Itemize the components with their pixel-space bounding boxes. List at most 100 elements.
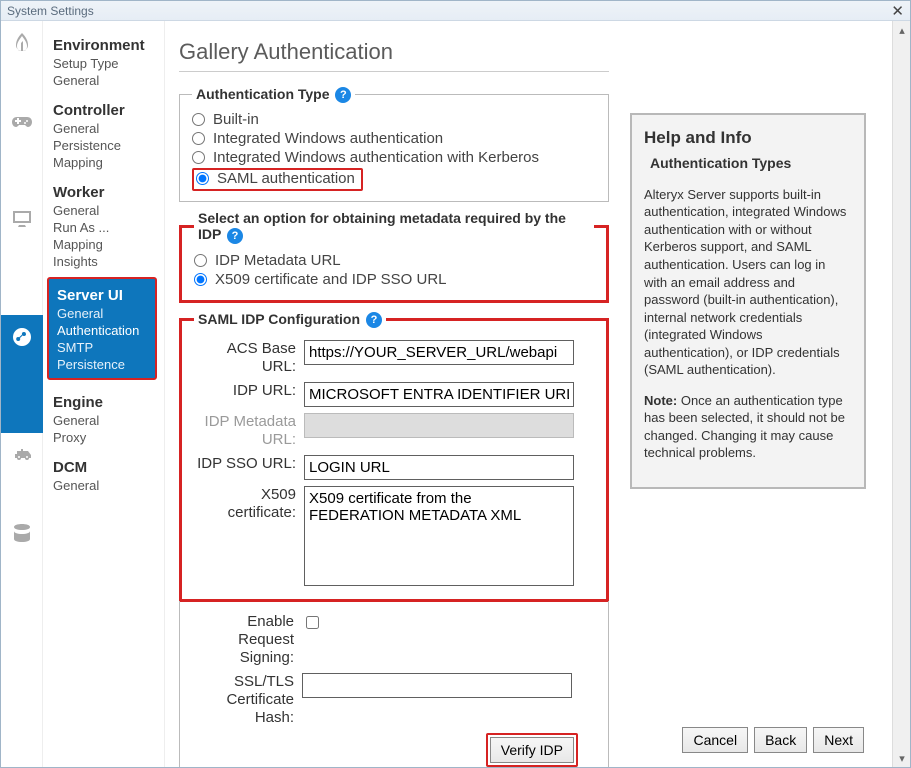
nav-group-controller: Controller General Persistence Mapping	[43, 92, 164, 174]
icon-environment[interactable]	[1, 21, 43, 99]
nav-group-environment: Environment Setup Type General	[43, 27, 164, 92]
icon-engine[interactable]	[1, 433, 43, 511]
nav-title: DCM	[53, 459, 154, 476]
fieldset-idp-option: Select an option for obtaining metadata …	[179, 210, 609, 302]
row-enable-signing: Enable Request Signing:	[192, 613, 596, 667]
highlight-verify: Verify IDP	[486, 733, 578, 767]
radio-label: Integrated Windows authentication	[213, 130, 443, 147]
nav-item[interactable]: Insights	[53, 254, 154, 269]
nav-item[interactable]: General	[53, 478, 154, 493]
close-icon[interactable]: ✕	[891, 2, 904, 20]
row-idp-metadata-url: IDP Metadata URL:	[194, 413, 594, 449]
cancel-button[interactable]: Cancel	[682, 727, 748, 753]
legend-text: Select an option for obtaining metadata …	[198, 210, 566, 242]
radio-input[interactable]	[192, 151, 205, 164]
radio-x509[interactable]: X509 certificate and IDP SSO URL	[194, 271, 594, 288]
nav-item[interactable]: General	[53, 203, 154, 218]
nav-item-setup-type[interactable]: Setup Type	[53, 56, 154, 71]
nav-item[interactable]: Run As ...	[53, 220, 154, 235]
radio-input[interactable]	[194, 273, 207, 286]
help-subtitle: Authentication Types	[650, 154, 852, 173]
page-title: Gallery Authentication	[179, 39, 609, 65]
main-panel: Gallery Authentication Authentication Ty…	[165, 21, 892, 767]
nav-group-server-ui: Server UI General Authentication SMTP Pe…	[47, 277, 157, 380]
nav-item[interactable]: Persistence	[57, 357, 147, 372]
label: IDP URL:	[194, 382, 304, 400]
scrollbar[interactable]: ▴ ▾	[892, 21, 910, 767]
scroll-down-icon[interactable]: ▾	[893, 749, 910, 767]
settings-window: System Settings ✕	[0, 0, 911, 768]
nav-item[interactable]: Proxy	[53, 430, 154, 445]
nav-group-dcm: DCM General	[43, 449, 164, 497]
input-idp-url[interactable]	[304, 382, 574, 407]
fieldset-auth-type: Authentication Type ? Built-in Integrate…	[179, 86, 609, 202]
icon-server-ui[interactable]	[1, 315, 43, 433]
radio-saml[interactable]: SAML authentication	[196, 170, 355, 187]
icon-worker[interactable]	[1, 197, 43, 315]
divider	[179, 71, 609, 72]
row-idp-url: IDP URL:	[194, 382, 594, 407]
nav-title: Worker	[53, 184, 154, 201]
nav-item[interactable]: Mapping	[53, 155, 154, 170]
label: Enable Request Signing:	[192, 613, 302, 667]
legend-text: Authentication Type	[196, 86, 330, 102]
verify-idp-button[interactable]: Verify IDP	[490, 737, 574, 763]
row-idp-sso-url: IDP SSO URL:	[194, 455, 594, 480]
label: X509 certificate:	[194, 486, 304, 522]
legend-saml-config: SAML IDP Configuration ?	[194, 311, 386, 328]
label: SSL/TLS Certificate Hash:	[192, 673, 302, 727]
nav-item[interactable]: Mapping	[53, 237, 154, 252]
input-x509[interactable]: X509 certificate from the FEDERATION MET…	[304, 486, 574, 586]
back-button[interactable]: Back	[754, 727, 807, 753]
nav-item[interactable]: General	[53, 413, 154, 428]
input-ssl-hash[interactable]	[302, 673, 572, 698]
radio-builtin[interactable]: Built-in	[192, 111, 596, 128]
fieldset-saml-config: SAML IDP Configuration ? ACS Base URL: I…	[179, 311, 609, 602]
icon-dcm[interactable]	[1, 511, 43, 571]
help-icon[interactable]: ?	[335, 87, 351, 103]
highlight-saml: SAML authentication	[192, 168, 363, 191]
radio-label: Integrated Windows authentication with K…	[213, 149, 539, 166]
input-acs-base-url[interactable]	[304, 340, 574, 365]
help-note: Note: Once an authentication type has be…	[644, 392, 852, 462]
radio-input[interactable]	[194, 254, 207, 267]
legend-auth-type: Authentication Type ?	[192, 86, 355, 103]
label: ACS Base URL:	[194, 340, 304, 376]
input-idp-metadata-url	[304, 413, 574, 438]
next-button[interactable]: Next	[813, 727, 864, 753]
radio-label: X509 certificate and IDP SSO URL	[215, 271, 447, 288]
input-idp-sso-url[interactable]	[304, 455, 574, 480]
nav-item[interactable]: General	[57, 306, 147, 321]
help-icon[interactable]: ?	[227, 228, 243, 244]
row-x509: X509 certificate: X509 certificate from …	[194, 486, 594, 589]
help-body: Alteryx Server supports built-in authent…	[644, 186, 852, 379]
legend-idp-option: Select an option for obtaining metadata …	[194, 210, 594, 243]
nav-item[interactable]: General	[53, 121, 154, 136]
footer-buttons: Cancel Back Next	[682, 727, 864, 753]
radio-iwa-kerberos[interactable]: Integrated Windows authentication with K…	[192, 149, 596, 166]
radio-iwa[interactable]: Integrated Windows authentication	[192, 130, 596, 147]
legend-text: SAML IDP Configuration	[198, 311, 360, 327]
radio-idp-metadata-url[interactable]: IDP Metadata URL	[194, 252, 594, 269]
nav-item[interactable]: Persistence	[53, 138, 154, 153]
radio-input[interactable]	[196, 172, 209, 185]
scroll-up-icon[interactable]: ▴	[893, 21, 910, 39]
icon-controller[interactable]	[1, 99, 43, 197]
nav-item-authentication[interactable]: Authentication	[57, 323, 147, 338]
nav-item[interactable]: SMTP	[57, 340, 147, 355]
radio-label: IDP Metadata URL	[215, 252, 341, 269]
label: IDP SSO URL:	[194, 455, 304, 473]
radio-input[interactable]	[192, 113, 205, 126]
fieldset-saml-extra: Enable Request Signing: SSL/TLS Certific…	[179, 601, 609, 767]
titlebar: System Settings ✕	[1, 1, 910, 21]
checkbox-enable-signing[interactable]	[306, 616, 319, 629]
window-title: System Settings	[7, 4, 94, 18]
help-icon[interactable]: ?	[366, 312, 382, 328]
radio-input[interactable]	[192, 132, 205, 145]
nav-title: Server UI	[57, 287, 147, 304]
nav-sidebar: Environment Setup Type General Controlle…	[43, 21, 165, 767]
radio-label: SAML authentication	[217, 170, 355, 187]
nav-item-general[interactable]: General	[53, 73, 154, 88]
help-title: Help and Info	[644, 127, 852, 150]
nav-group-worker: Worker General Run As ... Mapping Insigh…	[43, 174, 164, 273]
